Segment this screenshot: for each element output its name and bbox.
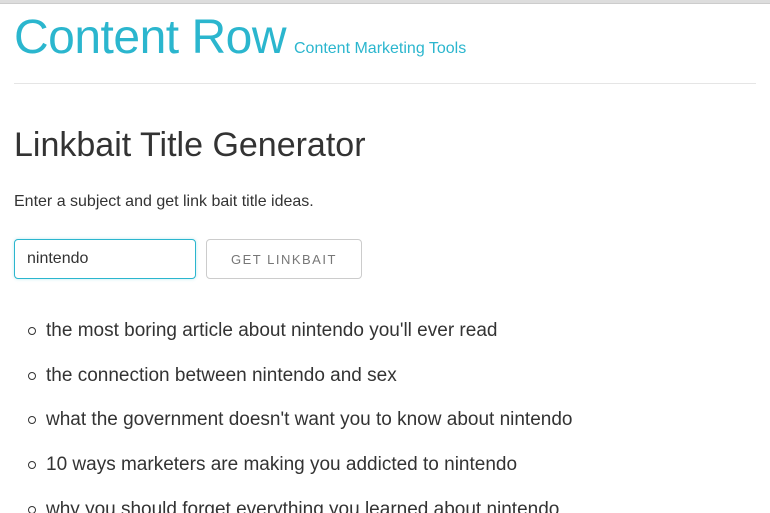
list-item: 10 ways marketers are making you addicte…: [28, 453, 756, 478]
results-list: the most boring article about nintendo y…: [14, 319, 756, 513]
list-item: the connection between nintendo and sex: [28, 364, 756, 389]
subject-input[interactable]: [14, 239, 196, 279]
instruction-text: Enter a subject and get link bait title …: [14, 193, 756, 211]
list-item: why you should forget everything you lea…: [28, 498, 756, 513]
brand-tagline: Content Marketing Tools: [294, 40, 466, 58]
list-item: the most boring article about nintendo y…: [28, 319, 756, 344]
get-linkbait-button[interactable]: GET LINKBAIT: [206, 239, 362, 279]
list-item: what the government doesn't want you to …: [28, 408, 756, 433]
page-title: Linkbait Title Generator: [14, 126, 756, 165]
header: Content Row Content Marketing Tools: [14, 4, 756, 84]
brand-logo[interactable]: Content Row: [14, 10, 286, 65]
input-row: GET LINKBAIT: [14, 239, 756, 279]
